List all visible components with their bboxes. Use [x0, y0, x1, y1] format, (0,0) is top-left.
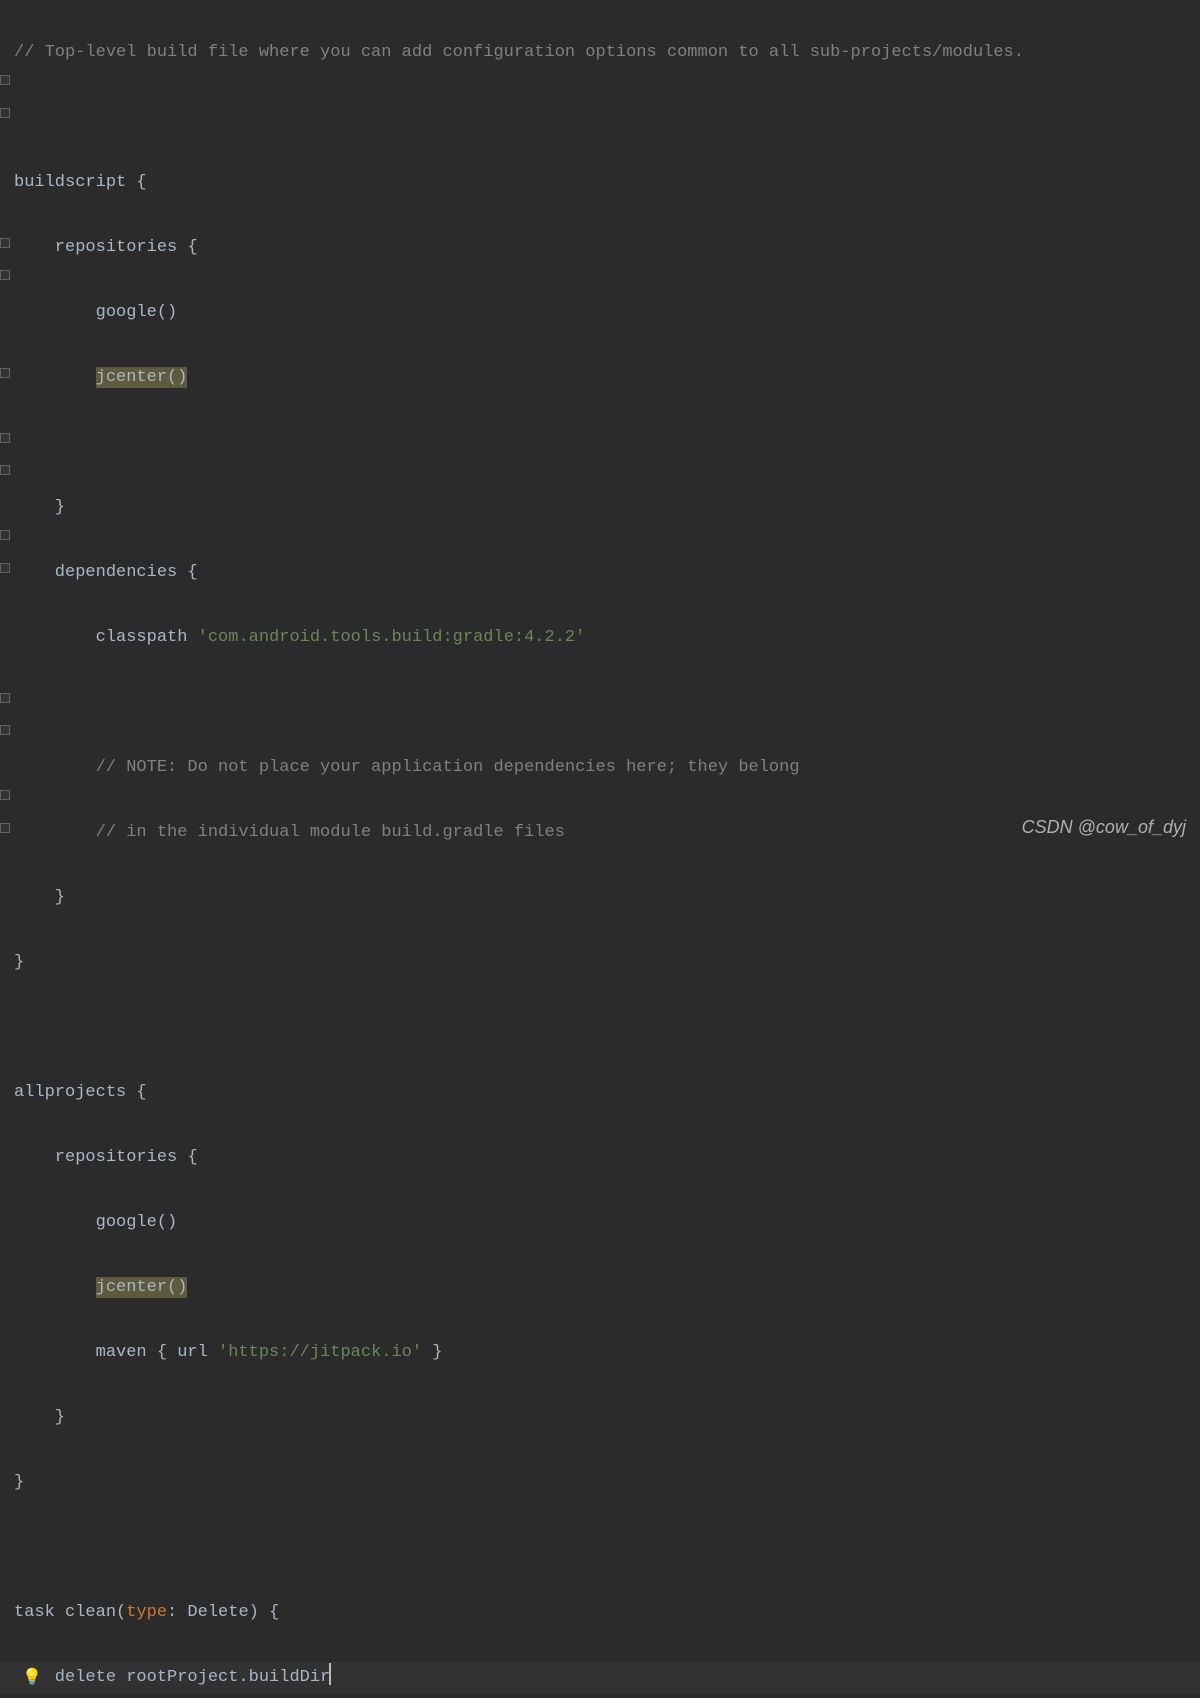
brace: { [157, 1343, 167, 1362]
code-string: 'com.android.tools.build:gradle:4.2.2' [198, 628, 586, 647]
code-keyword: repositories [14, 1148, 187, 1167]
code-comment: // Top-level build file where you can ad… [14, 43, 1024, 62]
code-keyword: allprojects [14, 1083, 136, 1102]
brace: { [269, 1603, 279, 1622]
code-comment: // NOTE: Do not place your application d… [14, 758, 800, 777]
text-caret [329, 1663, 331, 1685]
brace: { [187, 563, 197, 582]
current-line: 💡 delete rootProject.buildDir [0, 1662, 1200, 1695]
code-ident: : Delete) [167, 1603, 269, 1622]
code-line [0, 1532, 1200, 1565]
indent [14, 1278, 96, 1297]
code-string: 'https://jitpack.io' [218, 1343, 422, 1362]
code-call: task clean( [14, 1603, 126, 1622]
lightbulb-icon[interactable]: 💡 [22, 1662, 42, 1695]
code-keyword: buildscript [14, 173, 136, 192]
code-keyword: dependencies [14, 563, 187, 582]
brace: } [14, 498, 65, 517]
brace: { [187, 1148, 197, 1167]
highlighted-jcenter: jcenter() [96, 367, 188, 388]
code-keyword: repositories [14, 238, 187, 257]
code-line [0, 687, 1200, 720]
code-editor[interactable]: // Top-level build file where you can ad… [0, 4, 1200, 853]
code-call: maven [14, 1343, 157, 1362]
code-keyword: type [126, 1603, 167, 1622]
brace: { [187, 238, 197, 257]
code-line [0, 102, 1200, 135]
code-line [0, 427, 1200, 460]
brace: { [136, 1083, 146, 1102]
code-ident: delete rootProject.buildDir [14, 1668, 330, 1687]
brace: } [14, 1408, 65, 1427]
code-call: google() [14, 1213, 177, 1232]
code-ident: url [167, 1343, 218, 1362]
brace: } [422, 1343, 442, 1362]
brace: } [14, 953, 24, 972]
code-comment: // in the individual module build.gradle… [14, 823, 565, 842]
brace: } [14, 1473, 24, 1492]
brace: } [14, 888, 65, 907]
highlighted-jcenter: jcenter() [96, 1277, 188, 1298]
code-call: google() [14, 303, 177, 322]
watermark-label: CSDN @cow_of_dyj [1022, 811, 1186, 844]
brace: { [136, 173, 146, 192]
indent [14, 368, 96, 387]
code-ident: classpath [14, 628, 198, 647]
code-line [0, 1012, 1200, 1045]
